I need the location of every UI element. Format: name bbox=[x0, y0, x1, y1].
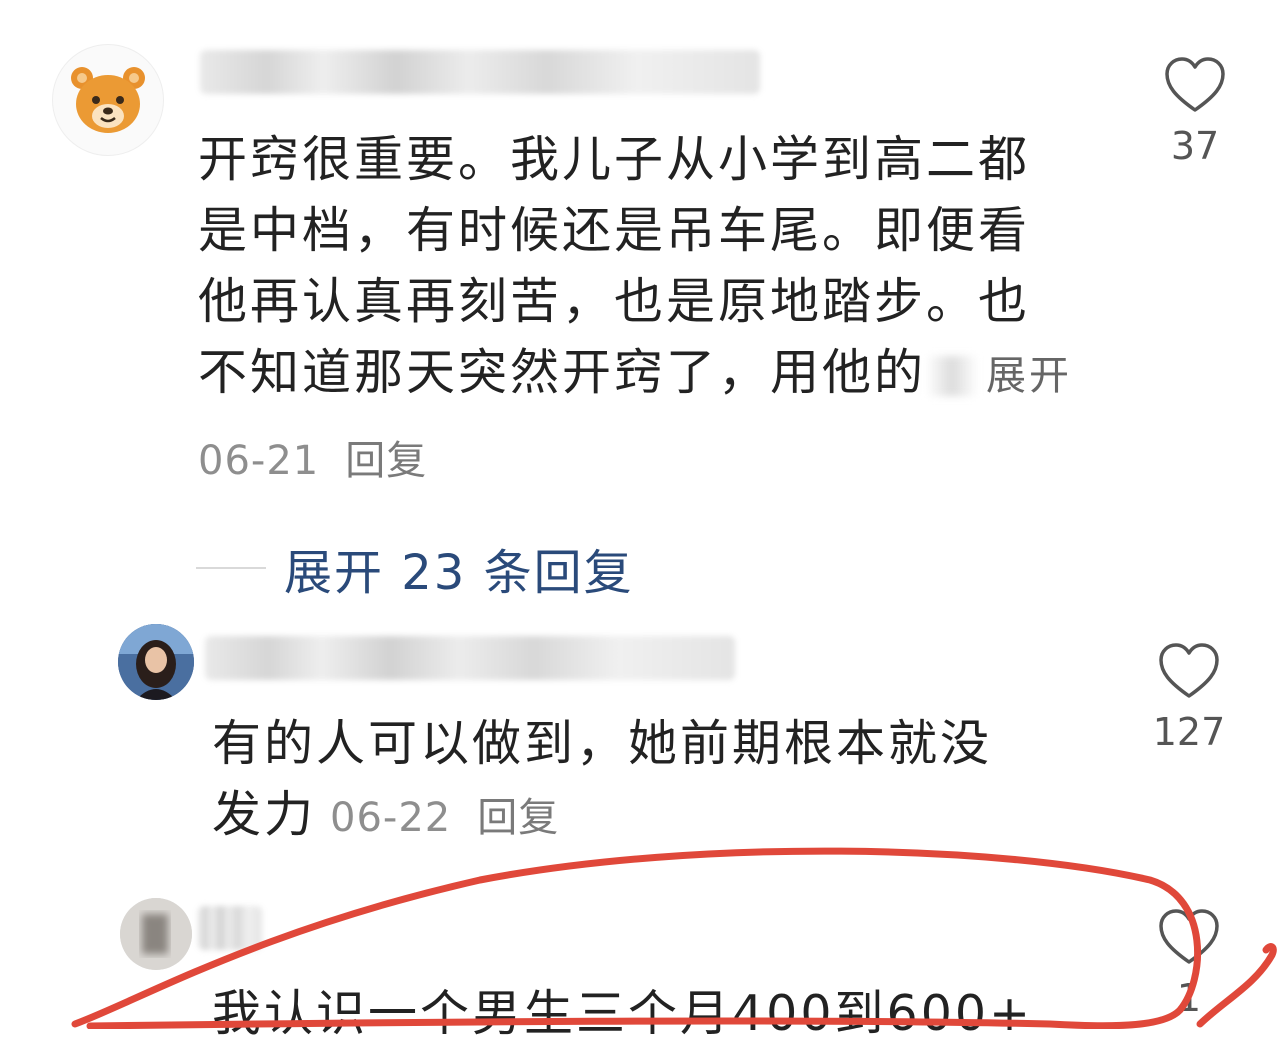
expand-replies-button[interactable]: 展开 23 条回复 bbox=[196, 533, 634, 603]
reply-button[interactable]: 回复 bbox=[477, 795, 559, 841]
comment-line: 发力 06-22 回复 bbox=[212, 786, 560, 843]
comment-meta: 06-21 回复 bbox=[198, 428, 427, 486]
comment-date: 06-22 bbox=[330, 795, 452, 841]
like-button[interactable]: 1 bbox=[1144, 908, 1234, 1020]
heart-icon bbox=[1159, 643, 1219, 698]
comment-line: 他再认真再刻苦，也是原地踏步。也 bbox=[198, 273, 1031, 330]
comment-line: 开窍很重要。我儿子从小学到高二都 bbox=[198, 131, 1031, 188]
heart-icon bbox=[1159, 909, 1219, 964]
woman-photo-avatar bbox=[118, 624, 194, 700]
like-button[interactable]: 37 bbox=[1150, 56, 1240, 168]
comment-date: 06-21 bbox=[198, 438, 320, 484]
like-count: 127 bbox=[1152, 710, 1226, 754]
comment-line: 我认识一个男生三个月400到600+ bbox=[212, 985, 1034, 1042]
username-blurred[interactable] bbox=[200, 50, 760, 94]
comment-item: 我认识一个男生三个月400到600+ 1 bbox=[0, 880, 1280, 1042]
reply-button[interactable]: 回复 bbox=[345, 438, 427, 484]
like-button[interactable]: 127 bbox=[1144, 642, 1234, 754]
comment-item: 开窍很重要。我儿子从小学到高二都 是中档，有时候还是吊车尾。即便看 他再认真再刻… bbox=[0, 0, 1280, 500]
heart-icon bbox=[1165, 57, 1225, 112]
like-count: 1 bbox=[1176, 976, 1202, 1020]
comment-item: 有的人可以做到，她前期根本就没 发力 06-22 回复 127 bbox=[0, 610, 1280, 860]
avatar[interactable] bbox=[52, 44, 164, 156]
comment-text: 我认识一个男生三个月400到600+ bbox=[212, 978, 1112, 1049]
comment-line: 不知道那天突然开窍了，用他的 展开 bbox=[198, 344, 1073, 401]
text-fade bbox=[926, 355, 979, 396]
divider-line bbox=[196, 567, 266, 569]
comment-meta: 06-22 回复 bbox=[330, 795, 559, 841]
username-blurred[interactable] bbox=[205, 636, 735, 680]
comment-text: 开窍很重要。我儿子从小学到高二都 是中档，有时候还是吊车尾。即便看 他再认真再刻… bbox=[198, 124, 1118, 412]
expand-replies-label: 展开 23 条回复 bbox=[284, 545, 634, 601]
comment-line: 是中档，有时候还是吊车尾。即便看 bbox=[198, 202, 1031, 259]
bear-avatar-icon bbox=[71, 67, 145, 133]
username-blurred[interactable] bbox=[198, 906, 262, 950]
comment-line: 有的人可以做到，她前期根本就没 bbox=[212, 715, 993, 772]
blurred-photo-avatar bbox=[120, 898, 192, 970]
expand-text-link[interactable]: 展开 bbox=[986, 353, 1072, 399]
like-count: 37 bbox=[1170, 124, 1220, 168]
comment-text: 有的人可以做到，她前期根本就没 发力 06-22 回复 bbox=[212, 708, 1112, 854]
avatar[interactable] bbox=[118, 624, 194, 700]
avatar[interactable] bbox=[120, 898, 192, 970]
